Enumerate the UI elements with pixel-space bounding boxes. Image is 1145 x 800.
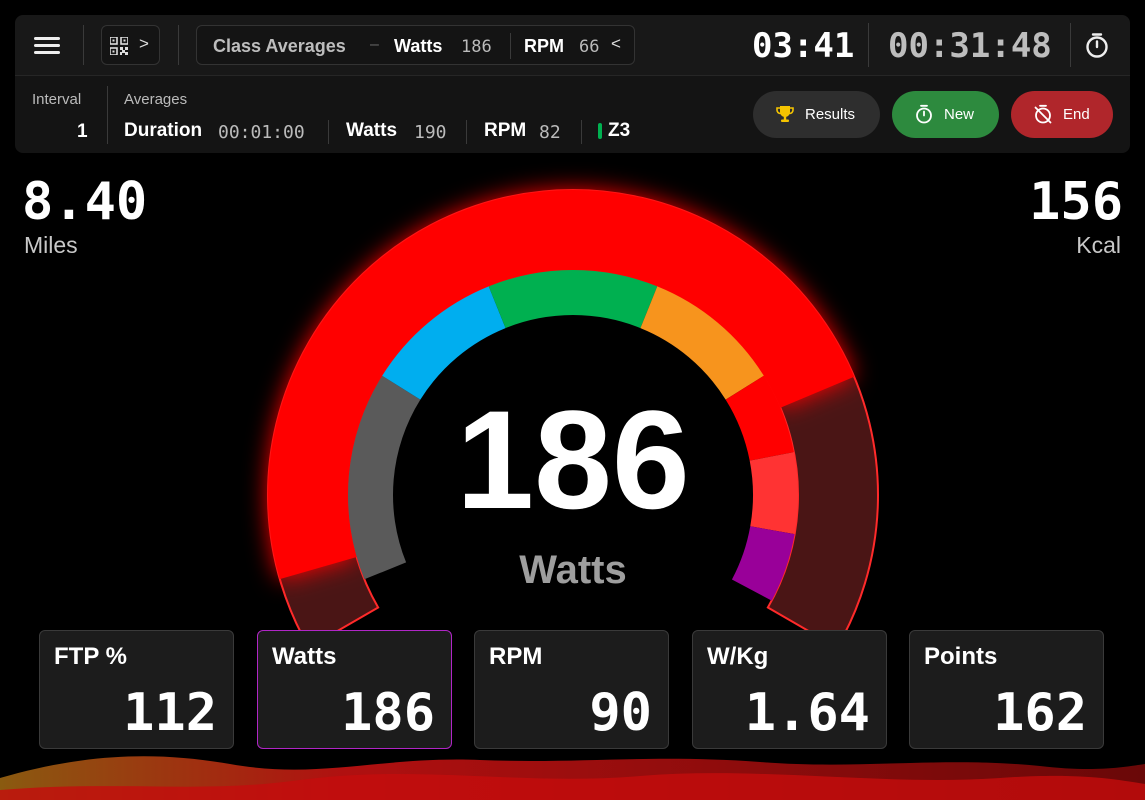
menu-icon-line xyxy=(34,44,60,47)
class-rpm-label: RPM xyxy=(524,36,564,56)
gauge-zone-green-arc xyxy=(488,269,658,329)
timer-icon xyxy=(916,104,932,124)
class-averages-title: Class Averages xyxy=(213,36,346,56)
divider xyxy=(178,25,179,65)
current-watts-label: Watts xyxy=(519,548,627,592)
class-watts-value: 186 xyxy=(461,37,492,57)
divider xyxy=(328,120,329,144)
miles-value: 8.40 xyxy=(22,172,148,232)
avg-rpm-label: RPM xyxy=(484,120,527,141)
duration-value: 00:01:00 xyxy=(218,122,305,143)
results-button[interactable]: Results xyxy=(753,91,880,138)
results-button-label: Results xyxy=(805,106,856,123)
divider xyxy=(581,120,582,144)
divider xyxy=(1070,23,1071,67)
new-button-label: New xyxy=(944,106,975,123)
current-watts-value: 186 xyxy=(456,381,690,538)
divider xyxy=(868,23,869,67)
elapsed-time: 00:31:48 xyxy=(888,26,1052,66)
qr-code-icon xyxy=(110,37,128,55)
kcal-value: 156 xyxy=(1029,172,1123,232)
divider xyxy=(466,120,467,144)
interval-label: Interval xyxy=(32,91,82,108)
metric-card-value: 90 xyxy=(589,683,652,743)
divider xyxy=(83,25,84,65)
class-averages-panel: Class Averages – Watts 186 RPM 66 < xyxy=(196,25,635,65)
clock-time: 03:41 xyxy=(752,26,855,66)
duration-label: Duration xyxy=(124,120,203,141)
divider xyxy=(510,33,511,59)
menu-button[interactable] xyxy=(29,32,63,58)
stopwatch-icon[interactable] xyxy=(1084,32,1110,58)
metric-card-points[interactable]: Points 162 xyxy=(909,630,1104,749)
divider xyxy=(107,86,108,144)
end-button[interactable]: End xyxy=(1011,91,1113,138)
class-watts-label: Watts xyxy=(394,36,443,56)
metric-card-watts[interactable]: Watts 186 xyxy=(257,630,452,749)
power-history-wave xyxy=(0,756,1145,800)
metric-card-title: RPM xyxy=(489,643,543,670)
end-button-label: End xyxy=(1063,106,1090,123)
chevron-right-icon: > xyxy=(139,34,149,53)
timer-off-icon xyxy=(1034,104,1052,124)
metric-card-value: 112 xyxy=(123,683,217,743)
metric-card-rpm[interactable]: RPM 90 xyxy=(474,630,669,749)
interval-bar: Interval 1 Averages Duration 00:01:00 Wa… xyxy=(15,75,1130,153)
metric-card-value: 1.64 xyxy=(744,683,870,743)
qr-code-button[interactable]: > xyxy=(101,25,160,65)
menu-icon-line xyxy=(34,51,60,54)
avg-watts-label: Watts xyxy=(346,120,398,141)
metric-card-wkg[interactable]: W/Kg 1.64 xyxy=(692,630,887,749)
miles-label: Miles xyxy=(24,232,78,258)
metric-card-title: Watts xyxy=(272,643,337,670)
metric-card-title: W/Kg xyxy=(707,643,769,670)
top-bar: > Class Averages – Watts 186 RPM 66 < 03… xyxy=(15,15,1130,75)
averages-label: Averages xyxy=(124,91,188,108)
trophy-icon xyxy=(776,106,794,122)
metric-card-title: Points xyxy=(924,643,998,670)
metric-card-value: 162 xyxy=(993,683,1087,743)
avg-rpm-value: 82 xyxy=(539,122,561,143)
chevron-left-icon[interactable]: < xyxy=(611,34,621,54)
metric-card-ftp[interactable]: FTP % 112 xyxy=(39,630,234,749)
metric-card-title: FTP % xyxy=(54,643,127,670)
metric-card-value: 186 xyxy=(341,683,435,743)
interval-value: 1 xyxy=(77,121,88,142)
kcal-label: Kcal xyxy=(1076,232,1121,258)
zone-label: Z3 xyxy=(608,120,631,141)
zone-indicator xyxy=(598,123,602,139)
new-interval-button[interactable]: New xyxy=(892,91,999,138)
class-rpm-value: 66 xyxy=(579,37,600,57)
avg-watts-value: 190 xyxy=(414,122,447,143)
menu-icon-line xyxy=(34,37,60,40)
class-averages-separator: – xyxy=(370,36,379,53)
